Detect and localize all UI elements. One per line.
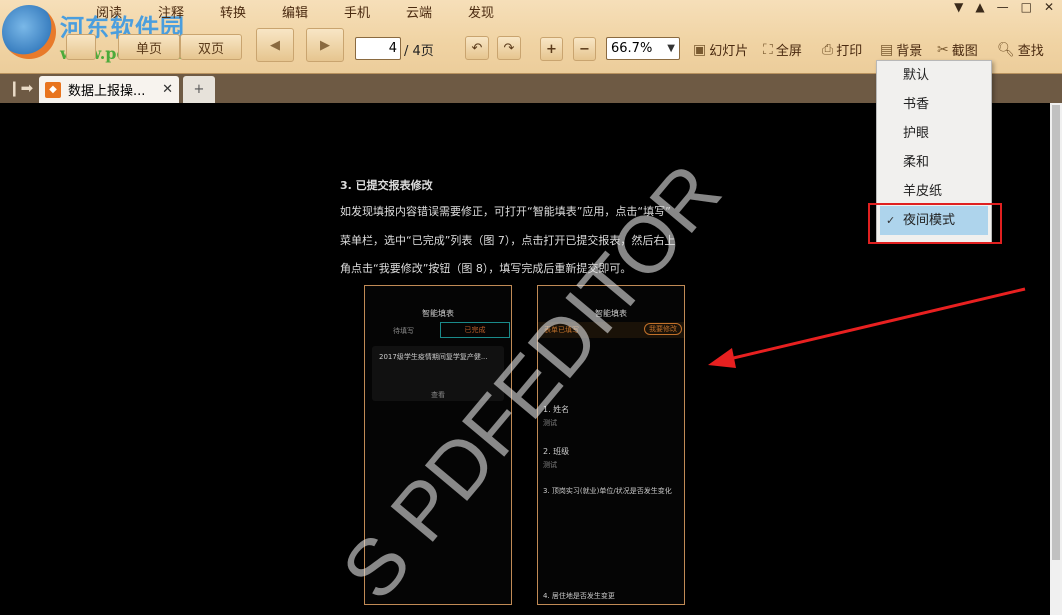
bg-option-parchment[interactable]: 羊皮纸 <box>877 177 991 206</box>
option-label: 默认 <box>903 68 930 83</box>
highlight-box <box>868 203 1002 244</box>
option-label: 羊皮纸 <box>903 184 943 199</box>
bg-option-eye[interactable]: 护眼 <box>877 119 991 148</box>
option-label: 柔和 <box>903 155 930 170</box>
bg-option-soft[interactable]: 柔和 <box>877 148 991 177</box>
bg-option-default[interactable]: 默认 <box>877 61 991 90</box>
option-label: 护眼 <box>903 126 930 141</box>
bg-option-book[interactable]: 书香 <box>877 90 991 119</box>
option-label: 书香 <box>903 97 930 112</box>
